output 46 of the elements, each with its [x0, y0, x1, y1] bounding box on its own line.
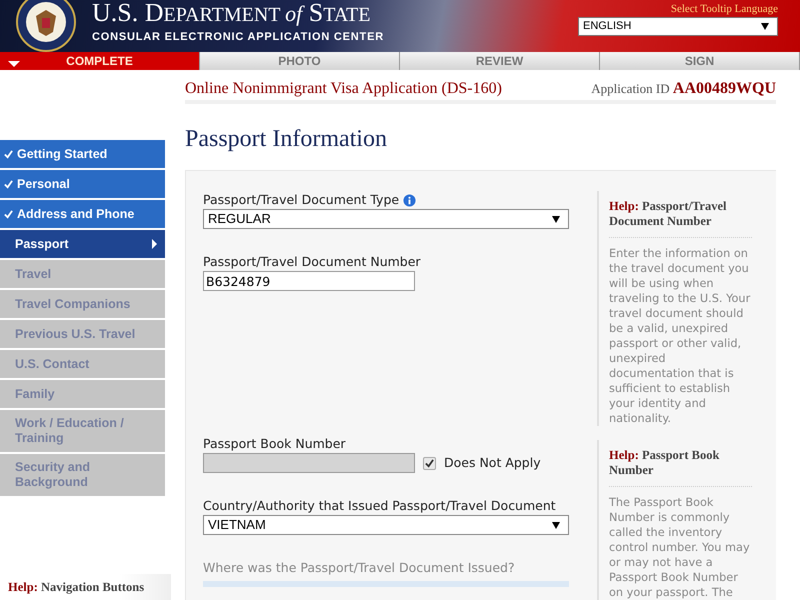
- language-dropdown[interactable]: ENGLISH: [578, 16, 778, 36]
- dropdown[interactable]: REGULAR: [203, 209, 569, 229]
- input-field[interactable]: B6324879: [203, 271, 415, 291]
- dropdown-arrow-icon: [552, 522, 560, 528]
- step-tab[interactable]: SIGN: [600, 52, 800, 70]
- check-icon: [4, 210, 13, 218]
- step-tab[interactable]: COMPLETE: [0, 52, 200, 70]
- site-title: U.S. DEPARTMENT of STATE: [92, 0, 372, 29]
- caret-icon: [8, 61, 20, 67]
- help-heading: Help: Passport/Travel Document Number: [609, 199, 726, 228]
- field-label: Country/Authority that Issued Passport/Travel Document: [203, 496, 556, 515]
- sidebar-item[interactable]: Personal: [0, 170, 165, 198]
- info-icon[interactable]: [403, 194, 416, 206]
- language-label: Select Tooltip Language: [670, 2, 778, 14]
- page-title: Passport Information: [185, 125, 388, 154]
- field-label: Passport/Travel Document Number: [203, 252, 421, 271]
- dropdown-arrow-icon: [761, 22, 769, 30]
- help-text: The Passport Book Number is commonly called the inventory control number. You may or may not have a Passport Book Number on your passport. The: [609, 495, 751, 600]
- check-icon: [4, 180, 13, 188]
- field-label: Where was the Passport/Travel Document Issued?: [203, 558, 515, 577]
- sidebar-item[interactable]: Family: [0, 380, 165, 408]
- dropdown[interactable]: VIETNAM: [203, 515, 569, 535]
- field-label: Passport Book Number: [203, 434, 346, 453]
- seal-icon: [16, 0, 76, 52]
- sidebar-item[interactable]: Previous U.S. Travel: [0, 320, 165, 348]
- dropdown-arrow-icon: [552, 216, 560, 222]
- check-icon: [4, 150, 13, 158]
- checkbox-label: Does Not Apply: [444, 454, 541, 472]
- help-text: Enter the information on the travel document you will be using when traveling to the U.S. Your travel document should be a valid, unexpired passport or other valid, unexpired documentation that is sufficient to establish your identity and nationality.: [609, 246, 752, 426]
- sidebar-item[interactable]: Travel Companions: [0, 290, 165, 318]
- field-label: Passport/Travel Document Type: [203, 190, 400, 209]
- sidebar-item[interactable]: Address and Phone: [0, 200, 165, 228]
- step-tab[interactable]: REVIEW: [400, 52, 600, 70]
- application-id: Application ID AA00489WQU: [591, 79, 776, 99]
- sidebar-item[interactable]: Passport: [0, 230, 165, 258]
- site-subtitle: CONSULAR ELECTRONIC APPLICATION CENTER: [92, 30, 384, 45]
- application-title: Online Nonimmigrant Visa Application (DS-160): [185, 79, 502, 99]
- help-heading: Help: Passport Book Number: [609, 448, 720, 477]
- sidebar-item[interactable]: Work / Education / Training: [0, 410, 165, 452]
- sidebar-item[interactable]: Getting Started: [0, 140, 165, 168]
- sidebar-item[interactable]: Travel: [0, 260, 165, 288]
- help-heading: Help: Navigation Buttons: [8, 578, 144, 596]
- sidebar-item[interactable]: Security and Background: [0, 454, 165, 496]
- sidebar-item[interactable]: U.S. Contact: [0, 350, 165, 378]
- step-tab[interactable]: PHOTO: [200, 52, 400, 70]
- arrow-icon: [152, 239, 157, 249]
